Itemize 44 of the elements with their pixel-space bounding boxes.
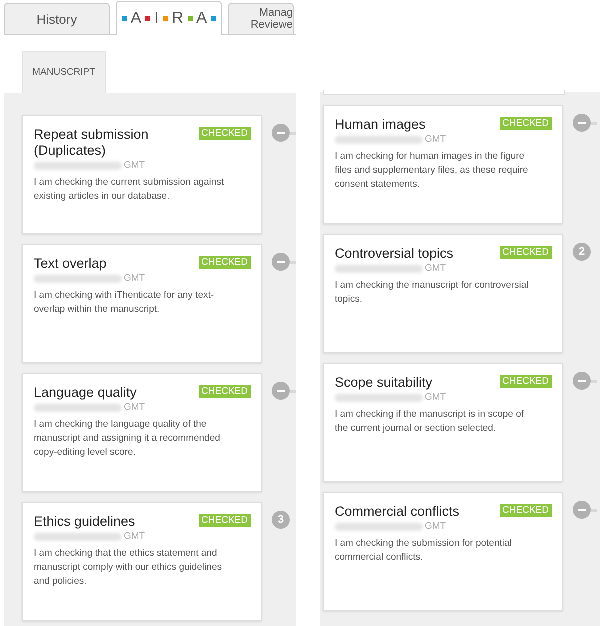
- check-description: I am checking the language quality of the manuscript and assigning it a recommended copy-editing level score.: [34, 418, 222, 460]
- status-badge: CHECKED: [198, 514, 251, 527]
- status-badge: CHECKED: [500, 246, 552, 259]
- check-description: I am checking with iThenticate for any text-overlap within the manuscript.: [34, 289, 216, 317]
- collapse-icon[interactable]: [272, 253, 290, 271]
- check-description: I am checking the manuscript for controversial topics.: [335, 279, 530, 307]
- check-title: Repeat submission (Duplicates): [34, 127, 150, 159]
- check-title: Human images: [335, 117, 426, 133]
- timestamp: GMT: [425, 392, 446, 403]
- timestamp: GMT: [124, 402, 146, 413]
- status-badge: CHECKED: [198, 385, 251, 398]
- check-title: Text overlap: [34, 256, 107, 272]
- check-description: I am checking if the manuscript is in scope of the current journal or section selected.: [335, 408, 526, 436]
- collapse-icon[interactable]: [573, 501, 591, 519]
- check-description: I am checking for human images in the figure files and supplementary files, as these require consent statements.: [335, 150, 530, 192]
- timestamp: GMT: [425, 521, 446, 532]
- status-badge: CHECKED: [500, 117, 552, 130]
- check-description: I am checking that the ethics statement and manuscript comply with our ethics guidelines and policies.: [34, 547, 223, 589]
- timestamp: GMT: [124, 273, 146, 284]
- check-title: Controversial topics: [335, 246, 454, 262]
- timestamp: GMT: [425, 134, 446, 145]
- check-title: Ethics guidelines: [34, 514, 136, 530]
- status-badge: CHECKED: [500, 504, 552, 517]
- collapse-icon[interactable]: [573, 114, 591, 132]
- tab[interactable]: History: [4, 3, 110, 34]
- logo-tab[interactable]: A I R A: [116, 1, 222, 35]
- count-badge: 2: [573, 243, 591, 261]
- timestamp: GMT: [425, 263, 446, 274]
- status-badge: CHECKED: [500, 375, 552, 388]
- check-title: Commercial conflicts: [335, 504, 460, 520]
- check-description: I am checking the submission for potential commercial conflicts.: [335, 537, 513, 565]
- status-badge: CHECKED: [198, 256, 251, 269]
- timestamp: GMT: [124, 160, 146, 171]
- status-badge: CHECKED: [198, 127, 251, 140]
- collapse-icon[interactable]: [272, 124, 290, 142]
- subtab[interactable]: MANUSCRIPT: [22, 51, 106, 93]
- check-title: Language quality: [34, 385, 137, 401]
- check-description: I am checking the current submission against existing articles in our database.: [34, 176, 226, 204]
- timestamp: GMT: [124, 531, 146, 542]
- tab[interactable]: Manag Reviewe: [228, 3, 294, 34]
- collapse-icon[interactable]: [573, 372, 591, 390]
- check-title: Scope suitability: [335, 375, 433, 391]
- collapse-icon[interactable]: [272, 382, 290, 400]
- count-badge: 3: [272, 511, 290, 529]
